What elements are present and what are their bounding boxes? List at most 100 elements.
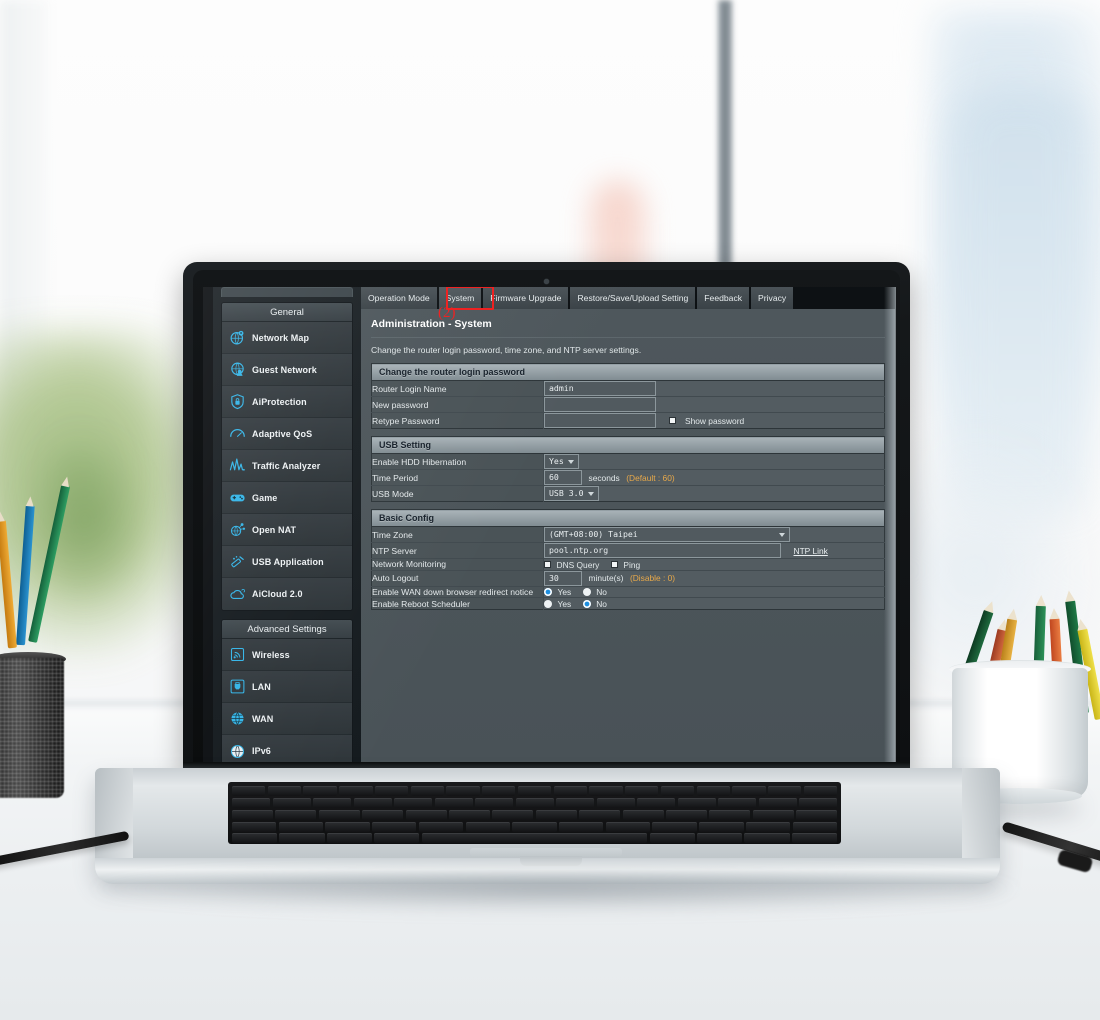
auto-logout-hint: (Disable : 0) — [629, 573, 676, 584]
keyboard-row — [232, 810, 838, 820]
sidebar-item-label: IPv6 — [252, 746, 271, 756]
section-header-password: Change the router login password — [371, 363, 885, 381]
tab-operation-mode[interactable]: Operation Mode — [361, 287, 439, 309]
router-login-name-input[interactable]: admin — [544, 381, 656, 396]
sidebar-item-usb-application[interactable]: USB Application — [222, 546, 352, 578]
table-row: Network Monitoring DNS Query Ping — [371, 558, 885, 571]
wan-redirect-yes-label: Yes — [557, 587, 572, 598]
dns-query-checkbox[interactable] — [544, 561, 551, 569]
hdd-hibernation-select[interactable]: Yes — [544, 454, 579, 469]
usb-application-icon — [229, 553, 246, 570]
laptop: General Network Map Guest Network AiProt… — [0, 0, 1100, 1020]
ping-label: Ping — [623, 559, 641, 570]
tab-feedback[interactable]: Feedback — [697, 287, 752, 309]
sidebar-item-aicloud[interactable]: AiCloud 2.0 — [222, 578, 352, 610]
reboot-scheduler-no-radio[interactable] — [582, 599, 591, 608]
section-header-row: Change the router login password — [371, 363, 885, 381]
usb-mode-select[interactable]: USB 3.0 — [544, 486, 599, 501]
usb-mode-cell: USB 3.0 — [543, 485, 885, 502]
tab-firmware-upgrade[interactable]: Firmware Upgrade — [483, 287, 571, 309]
time-period-hint: (Default : 60) — [626, 472, 675, 483]
router-login-name-cell: admin — [543, 380, 885, 397]
table-row: Auto Logout 30 minute(s) (Disable : 0) — [371, 570, 885, 587]
time-zone-select[interactable]: (GMT+08:00) Taipei — [544, 527, 790, 542]
tab-restore-save-upload-setting[interactable]: Restore/Save/Upload Setting — [570, 287, 698, 309]
table-row: Enable Reboot Scheduler Yes No — [371, 597, 885, 610]
laptop-shadow — [90, 872, 1020, 914]
ntp-link[interactable]: NTP Link — [794, 546, 828, 556]
webcam-icon — [544, 279, 549, 284]
table-row: Router Login Name admin — [371, 380, 885, 397]
sidebar-item-label: Open NAT — [252, 524, 297, 535]
sidebar-item-open-nat[interactable]: Open NAT — [222, 514, 352, 546]
time-zone-label: Time Zone — [371, 526, 544, 543]
ntp-server-label: NTP Server — [371, 542, 544, 559]
sidebar-item-label: USB Application — [252, 556, 324, 567]
table-row: Retype Password Show password — [371, 412, 885, 429]
section-header-row: USB Setting — [371, 436, 885, 454]
retype-password-input[interactable] — [544, 413, 656, 428]
retype-password-label: Retype Password — [371, 412, 544, 429]
sidebar-item-adaptive-qos[interactable]: Adaptive QoS — [222, 418, 352, 450]
usb-section: USB Setting Enable HDD Hibernation Yes T… — [371, 436, 885, 502]
tab-bar: Operation Mode System Firmware Upgrade R… — [361, 287, 895, 321]
ping-checkbox[interactable] — [610, 561, 618, 569]
network-monitoring-cell: DNS Query Ping — [543, 558, 885, 571]
sidebar-item-label: Wireless — [252, 649, 290, 660]
sidebar-group-header-advanced: Advanced Settings — [222, 620, 352, 639]
auto-logout-unit: minute(s) — [588, 573, 624, 584]
wan-redirect-yes-radio[interactable] — [544, 588, 552, 597]
keyboard-row — [232, 798, 838, 808]
reboot-scheduler-yes-radio[interactable] — [544, 599, 552, 608]
reboot-scheduler-cell: Yes No — [543, 597, 885, 610]
time-period-label: Time Period — [371, 469, 544, 486]
sidebar-group-general: General Network Map Guest Network AiProt… — [221, 302, 353, 611]
ntp-server-cell: pool.ntp.org NTP Link — [543, 542, 885, 559]
usb-mode-label: USB Mode — [371, 485, 544, 502]
auto-logout-label: Auto Logout — [371, 570, 544, 587]
step-badge: (2) — [438, 305, 456, 321]
password-section: Change the router login password Router … — [371, 363, 885, 429]
auto-logout-input[interactable]: 30 — [544, 570, 582, 586]
router-login-name-label: Router Login Name — [371, 380, 544, 397]
sidebar-item-aiprotection[interactable]: AiProtection — [222, 386, 352, 418]
sidebar-top-partial — [221, 287, 353, 297]
traffic-chart-icon — [229, 457, 246, 474]
show-password-checkbox[interactable] — [668, 417, 676, 424]
wireless-icon — [229, 646, 246, 663]
sidebar-item-guest-network[interactable]: Guest Network — [222, 354, 352, 386]
table-row: Time Zone (GMT+08:00) Taipei — [371, 526, 885, 543]
laptop-keyboard — [228, 782, 841, 844]
keyboard-row — [232, 833, 837, 843]
sidebar-group-advanced: Advanced Settings Wireless LAN WAN IPv6 — [221, 619, 353, 766]
sidebar-item-wan[interactable]: WAN — [222, 703, 352, 735]
cloud-icon — [229, 586, 246, 603]
basic-config-section: Basic Config Time Zone (GMT+08:00) Taipe… — [371, 509, 885, 610]
sidebar-item-network-map[interactable]: Network Map — [222, 322, 352, 354]
auto-logout-cell: 30 minute(s) (Disable : 0) — [543, 570, 885, 587]
sidebar-item-label: WAN — [252, 713, 274, 724]
sidebar-item-lan[interactable]: LAN — [222, 671, 352, 703]
table-row: Time Period 60 seconds (Default : 60) — [371, 469, 885, 486]
laptop-base-notch — [520, 856, 582, 866]
time-period-unit: seconds — [588, 472, 620, 483]
sidebar-item-traffic-analyzer[interactable]: Traffic Analyzer — [222, 450, 352, 482]
show-password-label: Show password — [685, 415, 745, 426]
wan-redirect-no-radio[interactable] — [582, 588, 591, 597]
sidebar-item-label: Traffic Analyzer — [252, 460, 321, 471]
section-header-row: Basic Config — [371, 509, 885, 527]
sidebar-item-game[interactable]: Game — [222, 482, 352, 514]
time-period-input[interactable]: 60 — [544, 470, 582, 485]
ipv6-globe-icon — [229, 743, 246, 760]
sidebar-item-wireless[interactable]: Wireless — [222, 639, 352, 671]
new-password-input[interactable] — [544, 397, 656, 412]
gamepad-icon — [229, 489, 246, 506]
photo-scene: General Network Map Guest Network AiProt… — [0, 0, 1100, 1020]
reboot-scheduler-no-label: No — [596, 598, 607, 609]
tab-privacy[interactable]: Privacy — [751, 287, 796, 309]
new-password-cell — [543, 396, 885, 413]
screen-right-edge-highlight — [884, 287, 896, 766]
ntp-server-input[interactable]: pool.ntp.org — [544, 543, 781, 558]
sidebar-item-label: LAN — [252, 681, 271, 692]
lan-icon — [229, 678, 246, 695]
